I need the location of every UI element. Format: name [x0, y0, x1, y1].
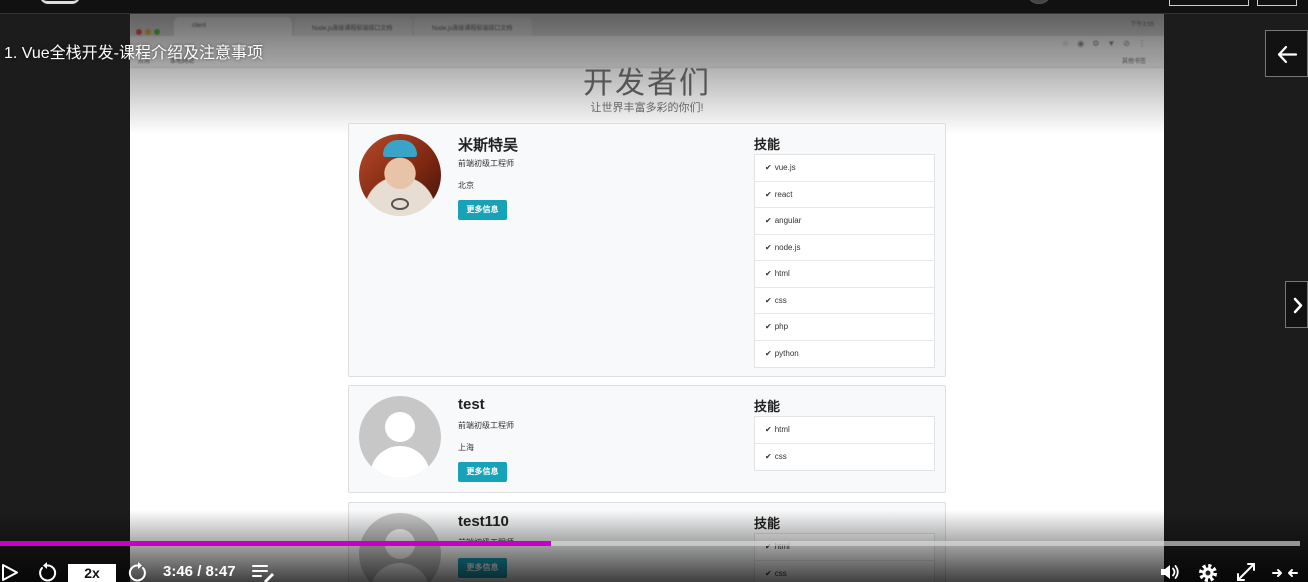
check-icon: ✔ [765, 189, 772, 199]
settings-button[interactable] [1196, 560, 1220, 582]
skill-item: ✔ node.js [755, 235, 934, 261]
skill-item: ✔ vue.js [755, 155, 934, 182]
time-display: 3:46 / 8:47 [163, 563, 236, 580]
recorded-tab: Node.js高级课程前端接口文档 [414, 17, 532, 36]
video-title: 1. Vue全栈开发-课程介绍及注意事项 [4, 45, 263, 62]
skill-item: ✔ python [765, 348, 799, 358]
video-frame[interactable]: client Node.js高级课程前端接口文档 Node.js高级课程前端接口… [130, 14, 1164, 582]
check-icon: ✔ [765, 163, 772, 172]
gear-icon [1199, 564, 1217, 582]
profile-city: 上海 [458, 443, 474, 452]
forward-button[interactable] [127, 560, 149, 582]
notes-button[interactable] [251, 560, 275, 582]
progress-fill[interactable] [0, 541, 551, 546]
more-info-button[interactable]: 更多信息 [458, 200, 507, 220]
avatar-placeholder-icon [359, 396, 441, 478]
recorded-clock: 下午3:55 [1130, 22, 1154, 28]
recorded-tab-strip: client Node.js高级课程前端接口文档 Node.js高级课程前端接口… [130, 14, 1164, 36]
rewind-button[interactable] [36, 560, 58, 582]
recorded-address-bar: ☆◉⚙▼⊘⋮ [130, 36, 1164, 52]
chevron-right-icon [1293, 297, 1303, 314]
collapse-icon [1272, 569, 1298, 577]
volume-button[interactable] [1158, 560, 1182, 582]
skill-item: ✔html [755, 261, 934, 288]
check-icon: ✔ [765, 216, 772, 225]
skill-list: ✔html ✔css [754, 416, 935, 471]
header-button[interactable] [1169, 0, 1249, 6]
recorded-toolbar-icons: ☆◉⚙▼⊘⋮ [1062, 39, 1154, 48]
page-title: 开发者们 [583, 67, 711, 100]
profile-card: 米斯特吴 前端初级工程师 北京 更多信息 技能 ✔ vue.js ✔ react ✔… [348, 123, 946, 377]
profile-photo [359, 134, 441, 216]
collapse-button[interactable] [1272, 560, 1298, 582]
play-button[interactable] [0, 560, 20, 582]
site-logo [40, 0, 80, 4]
site-header-strip [0, 0, 1308, 14]
profile-role: 前端初级工程师 [458, 421, 514, 430]
user-avatar[interactable] [1026, 0, 1052, 4]
check-icon: ✔ [765, 348, 772, 358]
recorded-tab: client [174, 17, 292, 36]
expand-icon [1237, 563, 1255, 581]
check-icon: ✔ [765, 451, 772, 461]
skill-item: ✔html [755, 417, 934, 444]
header-menu-button[interactable] [1257, 0, 1297, 6]
profile-name: test [458, 396, 485, 413]
page-subtitle: 让世界丰富多彩的你们! [590, 102, 704, 114]
forward-icon [128, 562, 146, 582]
arrow-left-icon [1277, 45, 1298, 64]
check-icon: ✔ [765, 322, 772, 331]
skills-heading: 技能 [754, 137, 781, 152]
skill-item: ✔css [765, 451, 787, 461]
back-button[interactable] [1265, 30, 1308, 77]
volume-icon [1161, 565, 1179, 579]
window-controls [136, 22, 166, 35]
rewind-icon [39, 562, 57, 582]
video-player: client Node.js高级课程前端接口文档 Node.js高级课程前端接口… [0, 0, 1308, 582]
profile-name: 米斯特吴 [458, 137, 519, 154]
skill-item: ✔css [755, 288, 934, 314]
current-time: 3:46 [163, 563, 194, 580]
check-icon: ✔ [765, 269, 772, 278]
skill-item: ✔ react [755, 182, 934, 208]
check-icon: ✔ [765, 295, 772, 305]
profile-city: 北京 [458, 181, 474, 190]
playback-speed-button[interactable]: 2x [68, 564, 116, 582]
profile-role: 前端初级工程师 [458, 159, 514, 168]
time-separator: / [197, 563, 202, 580]
check-icon: ✔ [765, 242, 772, 252]
skill-item: ✔ angular [755, 208, 934, 235]
fullscreen-button[interactable] [1234, 560, 1258, 582]
play-icon [2, 564, 18, 581]
check-icon: ✔ [765, 425, 772, 434]
more-info-button[interactable]: 更多信息 [458, 462, 507, 482]
profile-card: test 前端初级工程师 上海 更多信息 技能 ✔ html ✔ css [348, 385, 946, 493]
recorded-tab: Node.js高级课程前端接口文档 [294, 17, 412, 36]
skill-list: ✔ vue.js ✔ react ✔ angular ✔ node.js ✔ html ✔… [754, 154, 935, 368]
notes-icon [252, 565, 274, 582]
skill-item: ✔ php [755, 314, 934, 341]
duration: 8:47 [205, 563, 236, 580]
next-lesson-button[interactable] [1285, 281, 1308, 328]
skills-heading: 技能 [754, 399, 781, 414]
